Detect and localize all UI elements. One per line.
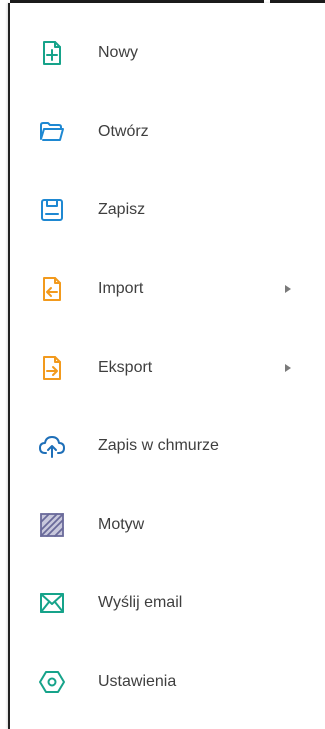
menu-item-label: Otwórz	[98, 122, 149, 140]
theme-hatch-icon	[38, 511, 66, 539]
menu-item-label: Import	[98, 280, 144, 298]
file-menu-panel: Nowy Otwórz Zapisz Import Eksport Zapis …	[8, 3, 325, 729]
new-file-icon	[38, 39, 66, 67]
menu-item-open[interactable]: Otwórz	[10, 93, 325, 172]
menu-item-export[interactable]: Eksport	[10, 328, 325, 407]
menu-item-label: Zapis w chmurze	[98, 437, 219, 455]
submenu-arrow-icon	[285, 363, 291, 372]
menu-item-label: Motyw	[98, 515, 145, 533]
email-icon	[38, 589, 66, 617]
menu-item-label: Zapisz	[98, 201, 146, 219]
import-icon	[38, 275, 66, 303]
menu-item-import[interactable]: Import	[10, 250, 325, 329]
export-icon	[38, 354, 66, 382]
menu-item-new[interactable]: Nowy	[10, 14, 325, 93]
file-menu: Nowy Otwórz Zapisz Import Eksport Zapis …	[10, 14, 325, 721]
save-icon	[38, 196, 66, 224]
menu-item-send-email[interactable]: Wyślij email	[10, 564, 325, 643]
menu-item-settings[interactable]: Ustawienia	[10, 643, 325, 722]
cloud-upload-icon	[38, 432, 66, 460]
folder-open-icon	[38, 118, 66, 146]
settings-icon	[38, 668, 66, 696]
menu-item-save[interactable]: Zapisz	[10, 171, 325, 250]
menu-item-label: Wyślij email	[98, 594, 183, 612]
menu-item-label: Nowy	[98, 44, 139, 62]
menu-item-theme[interactable]: Motyw	[10, 486, 325, 565]
menu-item-cloud-save[interactable]: Zapis w chmurze	[10, 407, 325, 486]
submenu-arrow-icon	[285, 285, 291, 294]
menu-item-label: Eksport	[98, 358, 153, 376]
menu-item-label: Ustawienia	[98, 673, 177, 691]
